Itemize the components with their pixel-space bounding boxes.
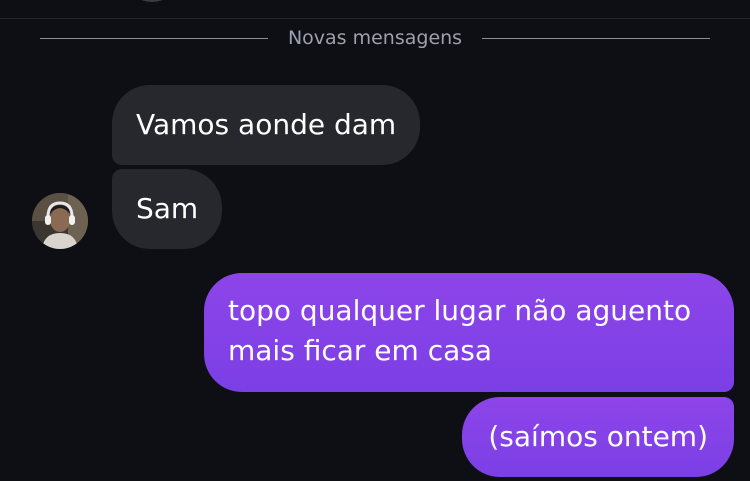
message-bubble-incoming[interactable]: Sam <box>112 169 223 249</box>
person-avatar-icon <box>32 193 88 249</box>
chat-thread: Novas mensagens Vamos aonde dam Sam topo… <box>0 0 750 481</box>
new-messages-divider: Novas mensagens <box>40 26 711 50</box>
header-divider <box>0 18 750 19</box>
new-messages-label: Novas mensagens <box>287 27 463 49</box>
divider-line-left <box>40 37 268 39</box>
message-bubble-incoming[interactable]: Vamos aonde dam <box>112 85 421 165</box>
message-bubble-outgoing[interactable]: (saímos ontem) <box>462 397 734 477</box>
message-bubble-outgoing[interactable]: topo qualquer lugar não aguento mais fic… <box>204 273 734 392</box>
divider-line-right <box>482 37 711 39</box>
previous-avatar <box>128 0 176 2</box>
sender-avatar[interactable] <box>32 193 88 249</box>
